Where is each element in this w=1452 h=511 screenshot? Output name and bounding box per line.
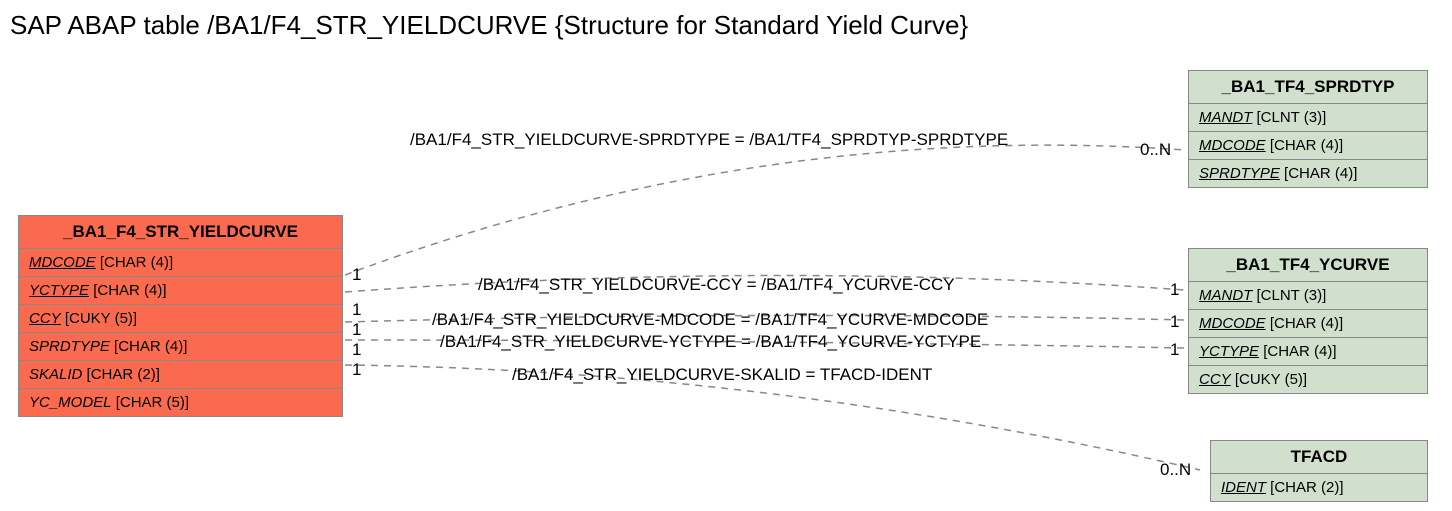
entity-tfacd-header: TFACD <box>1211 441 1427 474</box>
field-row: IDENT [CHAR (2)] <box>1211 474 1427 501</box>
entity-ycurve-header: _BA1_TF4_YCURVE <box>1189 249 1427 282</box>
field-row: SPRDTYPE [CHAR (4)] <box>1189 160 1427 187</box>
field-row: MANDT [CLNT (3)] <box>1189 282 1427 310</box>
field-row: YCTYPE [CHAR (4)] <box>1189 338 1427 366</box>
relation-label: /BA1/F4_STR_YIELDCURVE-YCTYPE = /BA1/TF4… <box>440 332 981 352</box>
relation-label: /BA1/F4_STR_YIELDCURVE-CCY = /BA1/TF4_YC… <box>478 275 955 295</box>
cardinality: 1 <box>1170 340 1179 360</box>
entity-sprdtyp-header: _BA1_TF4_SPRDTYP <box>1189 71 1427 104</box>
cardinality: 1 <box>352 265 361 285</box>
cardinality: 0..N <box>1140 140 1171 160</box>
field-row: YC_MODEL [CHAR (5)] <box>19 389 342 416</box>
field-row: SKALID [CHAR (2)] <box>19 361 342 389</box>
field-row: CCY [CUKY (5)] <box>19 305 342 333</box>
entity-ycurve: _BA1_TF4_YCURVE MANDT [CLNT (3)] MDCODE … <box>1188 248 1428 394</box>
field-row: MDCODE [CHAR (4)] <box>1189 132 1427 160</box>
cardinality: 1 <box>1170 312 1179 332</box>
field-row: MDCODE [CHAR (4)] <box>19 249 342 277</box>
entity-main-header: _BA1_F4_STR_YIELDCURVE <box>19 216 342 249</box>
field-row: MANDT [CLNT (3)] <box>1189 104 1427 132</box>
relation-label: /BA1/F4_STR_YIELDCURVE-MDCODE = /BA1/TF4… <box>432 310 988 330</box>
cardinality: 1 <box>352 340 361 360</box>
cardinality: 1 <box>352 360 361 380</box>
relation-label: /BA1/F4_STR_YIELDCURVE-SKALID = TFACD-ID… <box>512 365 932 385</box>
entity-main: _BA1_F4_STR_YIELDCURVE MDCODE [CHAR (4)]… <box>18 215 343 417</box>
cardinality: 0..N <box>1160 460 1191 480</box>
cardinality: 1 <box>1170 280 1179 300</box>
field-row: CCY [CUKY (5)] <box>1189 366 1427 393</box>
entity-tfacd: TFACD IDENT [CHAR (2)] <box>1210 440 1428 502</box>
field-row: SPRDTYPE [CHAR (4)] <box>19 333 342 361</box>
field-row: YCTYPE [CHAR (4)] <box>19 277 342 305</box>
relation-label: /BA1/F4_STR_YIELDCURVE-SPRDTYPE = /BA1/T… <box>410 130 1008 150</box>
cardinality: 1 <box>352 320 361 340</box>
page-title: SAP ABAP table /BA1/F4_STR_YIELDCURVE {S… <box>10 10 968 41</box>
field-row: MDCODE [CHAR (4)] <box>1189 310 1427 338</box>
entity-sprdtyp: _BA1_TF4_SPRDTYP MANDT [CLNT (3)] MDCODE… <box>1188 70 1428 188</box>
cardinality: 1 <box>352 300 361 320</box>
